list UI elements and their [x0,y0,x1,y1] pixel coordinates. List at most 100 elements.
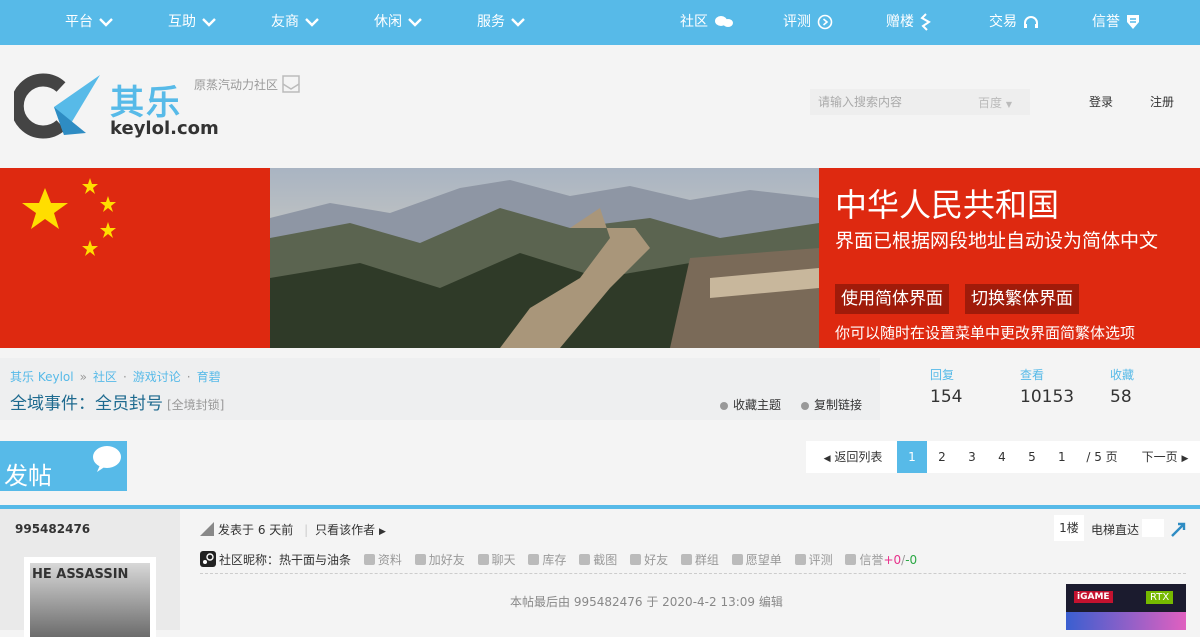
chevron-down-icon [202,17,216,27]
register-link[interactable]: 注册 [1150,93,1174,110]
tool-screenshots-label: 截图 [593,553,618,567]
tool-reputation[interactable]: 信誉+0/-0 [845,551,917,568]
tool-chat-label: 聊天 [491,553,516,567]
nav-service-label: 服务 [477,14,505,30]
chevron-down-icon [99,17,113,27]
ad-banner[interactable]: iGAME RTX [1066,584,1186,630]
nav-leisure[interactable]: 休闲 [374,0,422,45]
nav-help[interactable]: 互助 [168,0,216,45]
switch-traditional-button[interactable]: 切换繁体界面 [965,284,1079,314]
page-3[interactable]: 3 [957,441,987,473]
chevron-down-icon [511,17,525,27]
stat-replies-value: 154 [930,387,963,407]
caret-down-icon: ▼ [1005,100,1012,109]
favorite-thread-button[interactable]: 收藏主题 [720,396,781,413]
avatar[interactable]: HE ASSASSIN [24,557,156,637]
meta-separator: | [304,523,309,537]
tool-inventory-label: 库存 [542,553,567,567]
author-name[interactable]: 995482476 [15,522,90,536]
use-simplified-button[interactable]: 使用简体界面 [835,284,949,314]
page-jump-input[interactable]: 1 [1052,441,1082,473]
back-to-list-button[interactable]: ◀ 返回列表 [818,441,888,473]
breadcrumb-game-discussion[interactable]: 游戏讨论 [133,370,181,384]
page-2[interactable]: 2 [927,441,957,473]
add-user-icon [414,554,426,565]
copy-link-label: 复制链接 [814,398,863,412]
tool-profile-label: 资料 [377,553,402,567]
stat-favorites-value: 58 [1110,387,1132,407]
circle-arrow-icon [817,14,833,30]
search-input[interactable]: 请输入搜索内容 [818,93,902,110]
dot-icon [720,401,728,410]
dot-icon [801,401,809,410]
page-title: 全域事件：全员封号 [全境封锁] [10,389,224,414]
tool-friends[interactable]: 好友 [630,551,668,568]
tool-chat[interactable]: 聊天 [477,551,516,568]
tool-add-friend[interactable]: 加好友 [414,551,465,568]
page-5[interactable]: 5 [1017,441,1047,473]
tool-review[interactable]: 评测 [794,551,833,568]
breadcrumb-separator-icon: » [79,370,87,384]
avatar-image: HE ASSASSIN [30,563,150,637]
stat-replies-label: 回复 [930,368,955,382]
author-column: 995482476 HE ASSASSIN [0,509,180,637]
nav-community[interactable]: 社区 [680,0,734,45]
ad-stripe [1066,612,1186,630]
thread-header: 其乐 Keylol » 社区 · 游戏讨论 · 育碧 全域事件：全员封号 [全境封锁] 收藏主… [0,358,880,420]
stat-views-label: 查看 [1020,368,1045,382]
breadcrumb-community[interactable]: 社区 [93,370,117,384]
only-author-link[interactable]: 只看该作者 [315,523,375,537]
breadcrumb-home[interactable]: 其乐 Keylol [10,370,74,384]
shield-icon [1127,15,1139,29]
nav-reputation-label: 信誉 [1092,14,1120,30]
tool-review-label: 评测 [808,553,833,567]
page-4[interactable]: 4 [987,441,1017,473]
tool-groups[interactable]: 群组 [680,551,719,568]
thread-tag[interactable]: [全境封锁] [167,398,224,412]
rep-label: 信誉 [859,553,884,567]
shield-icon [845,554,857,565]
mail-icon[interactable] [282,75,300,93]
next-page-button[interactable]: 下一页 ▶ [1135,441,1195,473]
stat-replies: 回复 154 [930,366,962,407]
steam-nickname[interactable]: 社区昵称：热干面与油条 [200,551,351,568]
headset-icon [1024,16,1038,28]
zigzag-icon [920,13,931,31]
site-header: 其乐 keylol.com 原蒸汽动力社区 请输入搜索内容 百度 ▼ 登录 注册 [0,45,1200,168]
favorite-thread-label: 收藏主题 [733,398,782,412]
nav-reputation[interactable]: 信誉 [1092,0,1140,45]
search-icon [363,554,375,565]
keylol-logo-icon[interactable] [14,73,106,139]
steam-icon [200,551,216,567]
floor-jump-label: 电梯直达 [1091,523,1140,537]
login-link[interactable]: 登录 [1089,93,1113,110]
nav-gift[interactable]: 赠楼 [886,0,932,45]
new-post-button[interactable]: 发帖 [0,441,127,491]
tool-wishlist[interactable]: 愿望单 [731,551,782,568]
breadcrumb-separator-icon: · [122,370,127,384]
floor-jump-input[interactable] [1142,519,1164,537]
nav-review[interactable]: 评测 [783,0,833,45]
breadcrumb-ubisoft[interactable]: 育碧 [197,370,221,384]
breadcrumb-separator-icon: · [186,370,191,384]
toolbar-divider [200,573,1186,574]
banner-hint: 你可以随时在设置菜单中更改界面简繁体选项 [835,324,1136,342]
copy-link-button[interactable]: 复制链接 [801,396,862,413]
locale-banner: 中华人民共和国 界面已根据网段地址自动设为简体中文 使用简体界面 切换繁体界面 … [0,168,1200,348]
tool-profile[interactable]: 资料 [363,551,402,568]
nav-partners[interactable]: 友商 [271,0,319,45]
stat-views-value: 10153 [1020,387,1075,407]
banner-country: 中华人民共和国 [835,186,1060,224]
nickname-label: 社区昵称：热干面与油条 [219,553,352,567]
nav-service[interactable]: 服务 [477,0,525,45]
nav-platform[interactable]: 平台 [65,0,113,45]
tool-add-friend-label: 加好友 [428,553,465,567]
nav-trade[interactable]: 交易 [989,0,1039,45]
page-1[interactable]: 1 [897,441,927,473]
search-engine-select[interactable]: 百度 ▼ [978,94,1012,111]
new-post-label: 发帖 [4,462,52,490]
jump-arrow-icon[interactable] [1170,520,1188,538]
tool-inventory[interactable]: 库存 [528,551,566,568]
tool-screenshots[interactable]: 截图 [579,551,617,568]
post-time: 发表于 6 天前 [218,523,294,537]
